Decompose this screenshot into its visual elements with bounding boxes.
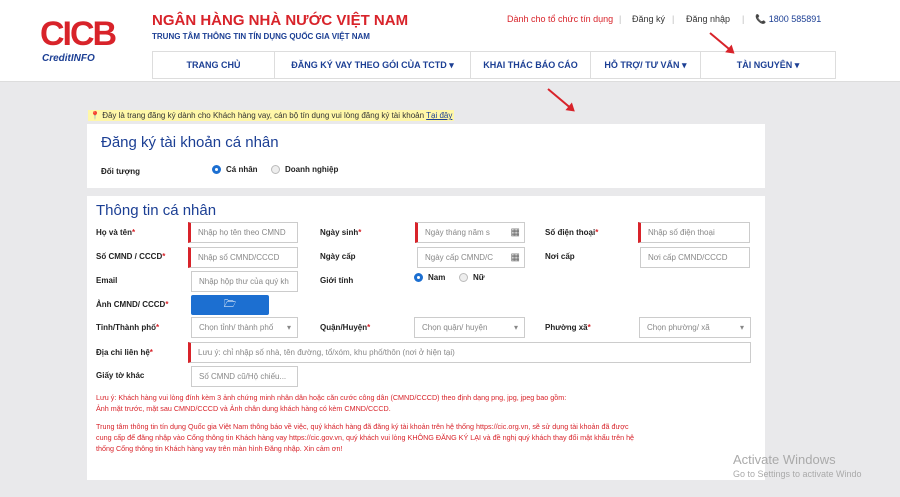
- district-select[interactable]: Chọn quận/ huyện: [414, 317, 525, 338]
- activate-windows-watermark: Activate Windows Go to Settings to activ…: [733, 452, 862, 479]
- gender-label: Giới tính: [320, 276, 354, 285]
- radio-label: Nữ: [473, 273, 485, 282]
- province-select[interactable]: Chọn tỉnh/ thành phố: [191, 317, 298, 338]
- bank-subtitle: TRUNG TÂM THÔNG TIN TÍN DỤNG QUỐC GIA VI…: [152, 32, 370, 41]
- login-link[interactable]: Đăng nhập: [686, 14, 730, 24]
- dob-input[interactable]: Ngày tháng năm s ▦: [415, 222, 525, 243]
- radio-checked-icon: [212, 165, 221, 174]
- separator: |: [619, 14, 622, 24]
- site-header: CICB CreditINFO NGÂN HÀNG NHÀ NƯỚC VIỆT …: [0, 0, 900, 82]
- subject-label: Đối tượng: [101, 167, 141, 176]
- radio-checked-icon: [414, 273, 423, 282]
- note-line: cung cấp để đăng nhập vào Cổng thông tin…: [96, 433, 635, 442]
- account-type-card: Đăng ký tài khoản cá nhân Đối tượng Cá n…: [87, 124, 765, 188]
- notice-text: Đây là trang đăng ký dành cho Khách hàng…: [102, 111, 425, 120]
- radio-label: Cá nhân: [226, 165, 258, 174]
- institution-link[interactable]: Dành cho tổ chức tín dụng: [507, 14, 613, 24]
- ward-select[interactable]: Chọn phường/ xã: [639, 317, 751, 338]
- logo-subtext: CreditINFO: [42, 53, 95, 64]
- id-number-input[interactable]: Nhập số CMND/CCCD: [188, 247, 298, 268]
- radio-individual[interactable]: Cá nhân: [212, 165, 258, 174]
- system-notice: Trung tâm thông tin tín dụng Quốc gia Vi…: [96, 421, 634, 454]
- ward-label: Phường xã*: [545, 323, 591, 332]
- nav-loan-register[interactable]: ĐĂNG KÝ VAY THEO GÓI CỦA TCTD ▾: [275, 52, 471, 78]
- radio-business[interactable]: Doanh nghiệp: [271, 165, 338, 174]
- note-line: Trung tâm thông tin tín dụng Quốc gia Vi…: [96, 422, 629, 431]
- main-nav: TRANG CHỦ ĐĂNG KÝ VAY THEO GÓI CỦA TCTD …: [152, 51, 836, 79]
- note-line: Ảnh mặt trước, mặt sau CMND/CCCD và Ảnh …: [96, 404, 391, 413]
- issue-date-label: Ngày cấp: [320, 252, 356, 261]
- full-name-label: Họ và tên*: [96, 228, 136, 237]
- dob-label: Ngày sinh*: [320, 228, 362, 237]
- annotation-arrow: [547, 88, 574, 111]
- note-line: Lưu ý: Khách hàng vui lòng đính kèm 3 ản…: [96, 393, 567, 402]
- address-label: Địa chỉ liên hệ*: [96, 348, 153, 357]
- nav-resources[interactable]: TÀI NGUYÊN ▾: [701, 52, 835, 78]
- issue-date-input[interactable]: Ngày cấp CMND/C ▦: [417, 247, 525, 268]
- id-photo-label: Ảnh CMND/ CCCD*: [96, 300, 169, 309]
- notice-link[interactable]: Tại đây: [426, 111, 452, 120]
- id-number-label: Số CMND / CCCD*: [96, 252, 166, 261]
- email-input[interactable]: Nhập hộp thư của quý kh: [191, 271, 298, 292]
- address-input[interactable]: Lưu ý: chỉ nhập số nhà, tên đường, tổ/xó…: [188, 342, 751, 363]
- radio-unchecked-icon: [271, 165, 280, 174]
- province-label: Tỉnh/Thành phố*: [96, 323, 160, 332]
- other-docs-label: Giấy tờ khác: [96, 371, 145, 380]
- issue-place-input[interactable]: Nơi cấp CMND/CCCD: [640, 247, 750, 268]
- nav-home[interactable]: TRANG CHỦ: [153, 52, 275, 78]
- map-pin-icon: 📍: [90, 111, 100, 120]
- calendar-icon[interactable]: ▦: [511, 252, 520, 263]
- phone-label: Số điện thoại*: [545, 228, 599, 237]
- radio-label: Nam: [428, 273, 446, 282]
- watermark-line: Go to Settings to activate Windo: [733, 469, 862, 479]
- upload-button[interactable]: 🗁: [191, 295, 269, 315]
- nav-reports[interactable]: KHAI THÁC BÁO CÁO: [471, 52, 591, 78]
- nav-support[interactable]: HỖ TRỢ/ TƯ VẤN ▾: [591, 52, 701, 78]
- radio-female[interactable]: Nữ: [459, 273, 485, 282]
- watermark-line: Activate Windows: [733, 452, 836, 467]
- calendar-icon[interactable]: ▦: [511, 227, 520, 238]
- hotline[interactable]: 📞 1800 585891: [755, 14, 821, 25]
- note-line: thống Cổng thông tin Khách hàng vay trên…: [96, 444, 343, 453]
- separator: |: [742, 14, 745, 24]
- full-name-input[interactable]: Nhập họ tên theo CMND: [188, 222, 298, 243]
- logo-text: CICB: [40, 15, 117, 53]
- radio-label: Doanh nghiệp: [285, 165, 339, 174]
- issue-place-label: Nơi cấp: [545, 252, 575, 261]
- separator: |: [672, 14, 675, 24]
- radio-unchecked-icon: [459, 273, 468, 282]
- personal-title: Thông tin cá nhân: [96, 202, 217, 219]
- phone-input[interactable]: Nhập số điện thoại: [638, 222, 750, 243]
- other-docs-input[interactable]: Số CMND cũ/Hộ chiếu...: [191, 366, 298, 387]
- email-label: Email: [96, 276, 118, 285]
- cic-logo[interactable]: CICB CreditINFO: [40, 15, 117, 67]
- personal-info-card: Thông tin cá nhân Họ và tên* Nhập họ tên…: [87, 196, 765, 480]
- radio-male[interactable]: Nam: [414, 273, 445, 282]
- folder-icon: 🗁: [223, 298, 237, 310]
- upload-note: Lưu ý: Khách hàng vui lòng đính kèm 3 ản…: [96, 392, 566, 414]
- account-title: Đăng ký tài khoản cá nhân: [101, 134, 279, 151]
- district-label: Quận/Huyện*: [320, 323, 371, 332]
- register-link[interactable]: Đăng ký: [632, 14, 665, 24]
- bank-name: NGÂN HÀNG NHÀ NƯỚC VIỆT NAM: [152, 12, 409, 29]
- notice-banner: 📍 Đây là trang đăng ký dành cho Khách hà…: [88, 110, 455, 121]
